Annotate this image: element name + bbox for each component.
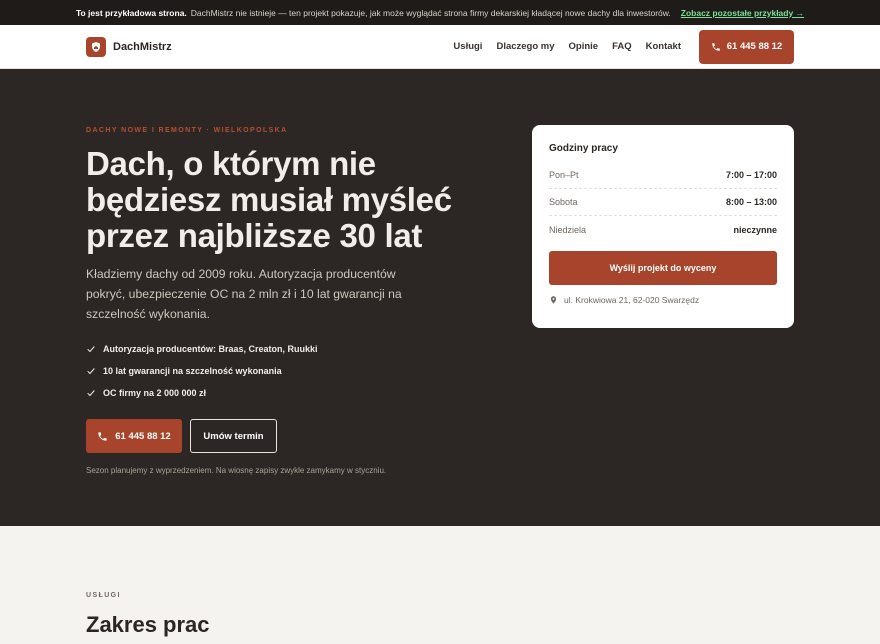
hero-lead: Kładziemy dachy od 2009 roku. Autoryzacj…: [86, 267, 402, 321]
notice-bold: To jest przykładowa strona.: [75, 7, 187, 18]
list-item: Autoryzacja producentów: Braas, Creaton,…: [86, 338, 516, 360]
notice-link[interactable]: Zobacz pozostałe przykłady →: [681, 8, 804, 18]
hero-eyebrow: DACHY NOWE I REMONTY · WIELKOPOLSKA: [86, 127, 288, 134]
hours-day: Sobota: [549, 197, 578, 207]
hours-time: 8:00 – 13:00: [725, 197, 777, 207]
menu-item-kontakt[interactable]: Kontakt: [646, 41, 681, 52]
hero-checklist: Autoryzacja producentów: Braas, Creaton,…: [86, 338, 516, 404]
menu-item-dlaczego-my[interactable]: Dlaczego my: [496, 41, 554, 52]
services-section: USŁUGI Zakres prac: [0, 526, 880, 638]
check-text: OC firmy na 2 000 000 zł: [103, 388, 207, 398]
send-project-button[interactable]: Wyślij projekt do wyceny: [549, 251, 777, 285]
menu-item-opinie[interactable]: Opinie: [569, 41, 599, 52]
call-button[interactable]: 61 445 88 12: [86, 419, 182, 453]
hero-note: Sezon planujemy z wyprzedzeniem. Na wios…: [86, 466, 387, 475]
services-title: Zakres prac: [86, 612, 210, 637]
check-text: 10 lat gwarancji na szczelność wykonania: [103, 366, 282, 376]
check-icon: [87, 346, 95, 353]
list-item: 10 lat gwarancji na szczelność wykonania: [86, 360, 516, 382]
hours-day: Niedziela: [549, 224, 587, 235]
hours-table: Pon–Pt 7:00 – 17:00 Sobota 8:00 – 13:00 …: [549, 162, 777, 243]
top-nav: DachMistrz Usługi Dlaczego my Opinie FAQ…: [0, 25, 880, 69]
table-row: Niedziela nieczynne: [549, 216, 777, 243]
menu-item-uslugi[interactable]: Usługi: [453, 41, 482, 52]
list-item: OC firmy na 2 000 000 zł: [86, 382, 516, 404]
notice-text: DachMistrz nie istnieje — ten projekt po…: [190, 7, 671, 18]
hours-card: Godziny pracy Pon–Pt 7:00 – 17:00 Sobota…: [532, 125, 794, 328]
hours-day: Pon–Pt: [549, 170, 579, 180]
hero-title: Dach, o którym nie będziesz musiał myśle…: [86, 145, 452, 254]
shield-home-icon: [86, 36, 106, 57]
table-row: Pon–Pt 7:00 – 17:00: [549, 162, 777, 189]
hours-time: nieczynne: [733, 224, 777, 235]
location-pin-icon: [550, 296, 557, 304]
address-text: ul. Krokwiowa 21, 62-020 Swarzędz: [564, 295, 700, 305]
menu-item-faq[interactable]: FAQ: [612, 41, 632, 52]
phone-icon: [712, 42, 720, 51]
hero-ctas: 61 445 88 12 Umów termin: [86, 419, 516, 453]
nav-phone-label: 61 445 88 12: [726, 41, 783, 52]
appointment-button[interactable]: Umów termin: [190, 419, 277, 453]
table-row: Sobota 8:00 – 13:00: [549, 189, 777, 216]
notice-bar: To jest przykładowa strona. DachMistrz n…: [0, 0, 880, 25]
hours-title: Godziny pracy: [549, 143, 618, 154]
hours-time: 7:00 – 17:00: [725, 170, 777, 180]
call-button-label: 61 445 88 12: [115, 430, 171, 442]
nav-phone-button[interactable]: 61 445 88 12: [699, 29, 794, 64]
phone-icon: [98, 431, 107, 441]
check-icon: [87, 390, 95, 397]
services-eyebrow: USŁUGI: [86, 592, 121, 599]
address: ul. Krokwiowa 21, 62-020 Swarzędz: [549, 295, 777, 305]
hero: DACHY NOWE I REMONTY · WIELKOPOLSKA Dach…: [0, 69, 880, 526]
check-text: Autoryzacja producentów: Braas, Creaton,…: [103, 344, 318, 354]
main-menu: Usługi Dlaczego my Opinie FAQ Kontakt: [453, 41, 681, 52]
check-icon: [87, 368, 95, 375]
hero-content: DACHY NOWE I REMONTY · WIELKOPOLSKA Dach…: [86, 127, 516, 475]
brand-name: DachMistrz: [113, 40, 172, 53]
brand[interactable]: DachMistrz: [86, 36, 172, 57]
